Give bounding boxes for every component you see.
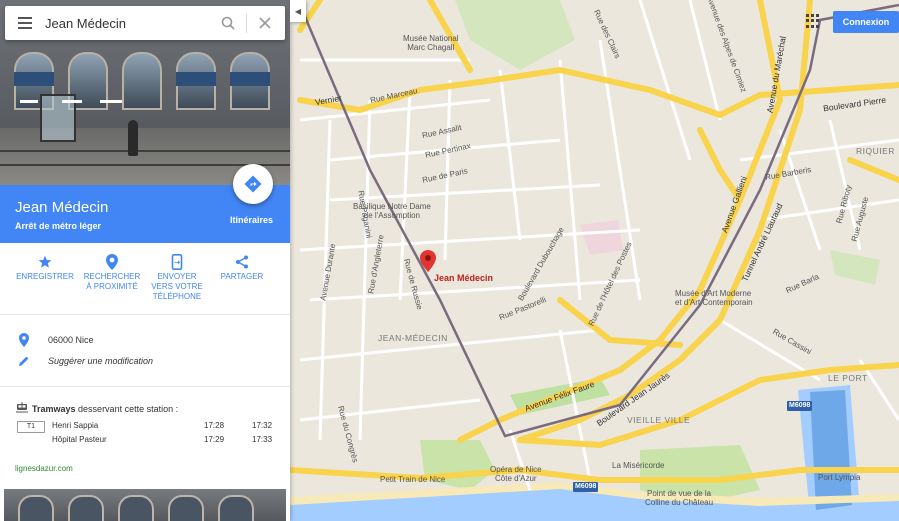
- map-label-misericorde: La Miséricorde: [612, 461, 665, 470]
- chevron-left-icon: ◀: [294, 6, 302, 16]
- divider: [0, 314, 290, 315]
- tram-icon: [16, 402, 28, 415]
- nearby-icon: [77, 252, 147, 272]
- share-button[interactable]: PARTAGER: [207, 252, 277, 282]
- search-box[interactable]: [5, 6, 285, 40]
- place-subtitle: Arrêt de métro léger: [15, 221, 102, 231]
- share-icon: [207, 252, 277, 272]
- connexion-button[interactable]: Connexion: [833, 11, 899, 33]
- search-icon[interactable]: [210, 6, 246, 40]
- pencil-icon: [0, 355, 48, 367]
- collapse-panel-button[interactable]: ◀: [290, 0, 306, 22]
- secondary-photo[interactable]: [4, 489, 286, 521]
- send-to-phone-button[interactable]: ENVOYER VERS VOTRE TÉLÉPHONE: [142, 252, 212, 302]
- menu-icon[interactable]: [5, 6, 45, 40]
- map-label-chagall: Musée National Marc Chagall: [403, 34, 459, 52]
- address-text: 06000 Nice: [48, 335, 94, 345]
- star-icon: [10, 252, 80, 272]
- map-label-quartier-jm: JEAN-MÉDECIN: [378, 333, 448, 343]
- map-label-mamac: Musée d'Art Moderne et d'Art Contemporain: [675, 289, 753, 307]
- save-button[interactable]: ENREGISTRER: [10, 252, 80, 282]
- map-label-riquier: RIQUIER: [856, 146, 895, 156]
- close-icon[interactable]: [247, 6, 283, 40]
- transit-website-link[interactable]: lignesdazur.com: [15, 464, 73, 473]
- action-bar: ENREGISTRER RECHERCHER À PROXIMITÉ ENVOY…: [0, 252, 290, 314]
- park-chagall: [455, 0, 575, 70]
- hospital-block: [580, 220, 623, 255]
- directions-label[interactable]: Itinéraires: [230, 215, 273, 225]
- map-badge-m6098-b: M6098: [573, 482, 599, 492]
- map-label-vieille-ville: VIEILLE VILLE: [627, 415, 691, 425]
- map-label-olympia: Port Lympia: [818, 473, 861, 482]
- departure-row: Hôpital Pasteur 17:29 17:33: [52, 435, 273, 444]
- map-label-le-port: LE PORT: [828, 373, 868, 383]
- location-pin-icon[interactable]: [420, 250, 436, 272]
- directions-button[interactable]: [233, 164, 273, 204]
- port-basin: [810, 390, 852, 510]
- transit-header: Tramways desservant cette station :: [16, 402, 178, 415]
- line-badge-t1[interactable]: T1: [17, 421, 45, 433]
- address-row[interactable]: 06000 Nice: [0, 330, 290, 350]
- map-label-train: Petit Train de Nice: [380, 475, 446, 484]
- directions-icon: [244, 175, 262, 193]
- park-riquier: [830, 250, 880, 285]
- suggest-edit-row[interactable]: Suggérer une modification: [0, 351, 290, 371]
- side-panel: Jean Médecin Arrêt de métro léger Itinér…: [0, 0, 290, 521]
- map-label-opera: Opéra de Nice Côte d'Azur: [490, 465, 542, 483]
- departure-row: Henri Sappia 17:28 17:32: [52, 421, 273, 430]
- place-title: Jean Médecin: [15, 199, 109, 216]
- map-badge-m6098: M6098: [787, 401, 813, 411]
- search-input[interactable]: [45, 8, 210, 38]
- map-label-chateau: Point de vue de la Colline du Château: [645, 489, 714, 507]
- suggest-edit-text: Suggérer une modification: [48, 356, 154, 366]
- pin-icon: [0, 333, 48, 347]
- pin-label[interactable]: Jean Médecin: [434, 273, 493, 283]
- send-to-phone-icon: [142, 252, 212, 272]
- apps-grid-icon[interactable]: [806, 14, 820, 28]
- nearby-button[interactable]: RECHERCHER À PROXIMITÉ: [77, 252, 147, 292]
- divider: [0, 386, 290, 387]
